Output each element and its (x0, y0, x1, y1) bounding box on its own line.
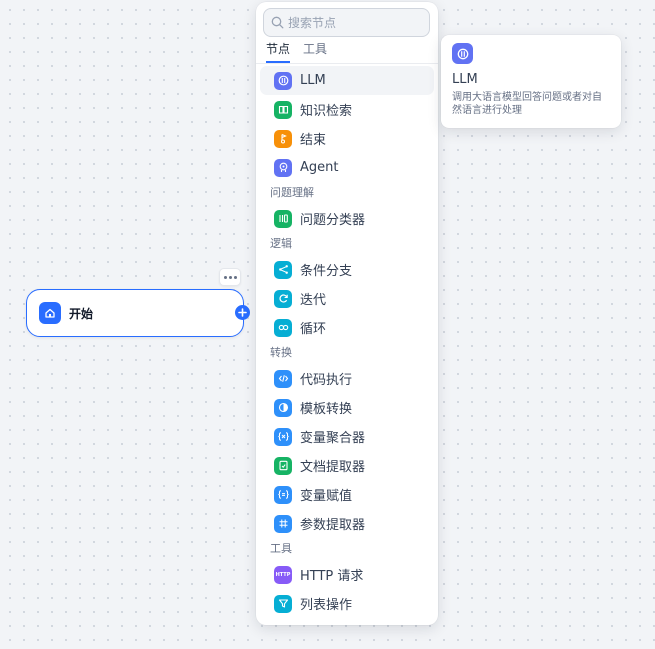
agent-icon (274, 158, 292, 177)
node-item-http-request[interactable]: HTTP HTTP 请求 (260, 560, 434, 589)
node-item-label: 代码执行 (300, 373, 353, 388)
start-node[interactable]: 开始 (26, 289, 244, 337)
search-icon (271, 16, 284, 29)
code-icon (274, 369, 292, 388)
node-item-code[interactable]: 代码执行 (260, 364, 434, 393)
plus-icon (238, 308, 247, 317)
node-more-button[interactable] (219, 268, 241, 286)
llm-icon (274, 71, 292, 90)
template-icon (274, 398, 292, 417)
add-node-handle[interactable] (235, 305, 250, 320)
section-title: 逻辑 (270, 237, 292, 250)
node-item-label: 问题分类器 (300, 213, 366, 228)
document-extractor-icon (274, 456, 292, 475)
tooltip-description: 调用大语言模型回答问题或者对自然语言进行处理 (452, 92, 602, 116)
tooltip-title: LLM (452, 72, 478, 87)
node-item-if-else[interactable]: 条件分支 (260, 255, 434, 284)
tab-nodes[interactable]: 节点 (266, 40, 291, 63)
tab-tools[interactable]: 工具 (303, 40, 327, 63)
node-item-iteration[interactable]: 迭代 (260, 284, 434, 313)
search-input[interactable] (288, 15, 423, 30)
book-icon (274, 100, 292, 119)
node-item-label: 变量聚合器 (300, 431, 366, 446)
node-item-label: 迭代 (300, 293, 327, 308)
list-filter-icon (274, 594, 292, 613)
node-item-document-extractor[interactable]: 文档提取器 (260, 451, 434, 480)
node-item-parameter-extractor[interactable]: 参数提取器 (260, 509, 434, 538)
node-item-template[interactable]: 模板转换 (260, 393, 434, 422)
picker-tabs: 节点 工具 (266, 40, 340, 63)
node-item-label: 结束 (300, 133, 327, 148)
node-item-label: 条件分支 (300, 264, 353, 279)
node-item-label: 变量赋值 (300, 489, 353, 504)
http-badge: HTTP (275, 571, 291, 578)
node-item-label: LLM (300, 73, 326, 88)
node-item-label: 列表操作 (300, 598, 353, 613)
node-item-agent[interactable]: Agent (260, 153, 434, 182)
node-item-knowledge-retrieval[interactable]: 知识检索 (260, 95, 434, 124)
end-flag-icon (274, 129, 292, 148)
node-list: LLM 知识检索 结束 Agent 问题理解 问题分类器 逻辑 条件分支 迭代 … (256, 66, 438, 618)
parameter-extractor-icon (274, 514, 292, 533)
search-box[interactable] (263, 8, 430, 37)
node-item-variable-aggregator[interactable]: 变量聚合器 (260, 422, 434, 451)
node-item-label: 参数提取器 (300, 518, 366, 533)
node-item-list-operator[interactable]: 列表操作 (260, 589, 434, 618)
node-item-label: 模板转换 (300, 402, 353, 417)
node-item-label: 文档提取器 (300, 460, 366, 475)
node-item-loop[interactable]: 循环 (260, 313, 434, 342)
home-icon (39, 302, 61, 324)
section-title: 工具 (270, 542, 292, 555)
node-item-question-classifier[interactable]: 问题分类器 (260, 204, 434, 233)
section-title: 转换 (270, 346, 292, 359)
node-item-label: 知识检索 (300, 104, 353, 119)
node-item-llm[interactable]: LLM (260, 66, 434, 95)
tabs-divider (256, 63, 438, 64)
classifier-icon (274, 209, 292, 228)
node-tooltip: LLM 调用大语言模型回答问题或者对自然语言进行处理 (441, 35, 621, 128)
node-item-label: Agent (300, 160, 339, 175)
iteration-icon (274, 289, 292, 308)
branch-icon (274, 260, 292, 279)
node-item-variable-assigner[interactable]: 变量赋值 (260, 480, 434, 509)
node-item-end[interactable]: 结束 (260, 124, 434, 153)
node-item-label: 循环 (300, 322, 327, 337)
llm-icon (452, 43, 473, 64)
section-title: 问题理解 (270, 186, 314, 199)
http-icon: HTTP (274, 565, 292, 584)
node-picker-panel: 节点 工具 LLM 知识检索 结束 Agent (256, 2, 438, 625)
loop-icon (274, 318, 292, 337)
start-node-label: 开始 (69, 306, 94, 321)
variable-aggregator-icon (274, 427, 292, 446)
node-item-label: HTTP 请求 (300, 569, 364, 584)
variable-assign-icon (274, 485, 292, 504)
